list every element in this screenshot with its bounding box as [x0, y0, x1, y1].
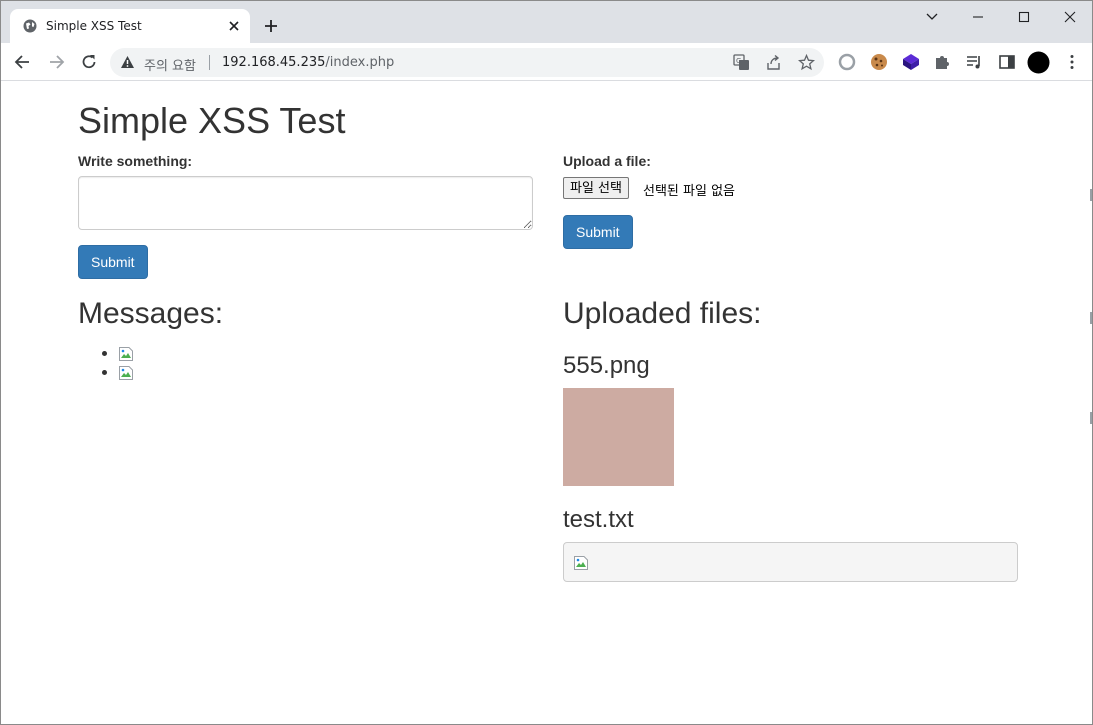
- messages-list: [78, 344, 133, 382]
- message-submit-button[interactable]: Submit: [78, 245, 148, 279]
- security-label[interactable]: 주의 요함: [144, 55, 196, 74]
- close-icon[interactable]: [226, 18, 242, 34]
- page-title: Simple XSS Test: [78, 100, 346, 141]
- text-file-preview: [563, 542, 1018, 582]
- tab-title: Simple XSS Test: [46, 19, 142, 33]
- upload-submit-button[interactable]: Submit: [563, 215, 633, 249]
- window-close-icon[interactable]: [1059, 7, 1081, 27]
- address-bar[interactable]: 주의 요함 192.168.45.235/index.php G: [110, 48, 824, 77]
- circle-extension-icon[interactable]: [838, 53, 856, 71]
- tab-active[interactable]: Simple XSS Test: [10, 9, 250, 43]
- page-content: Simple XSS Test Write something: Submit …: [1, 82, 1092, 724]
- messages-heading: Messages:: [78, 297, 224, 330]
- uploads-heading: Uploaded files:: [563, 297, 762, 330]
- side-panel-icon[interactable]: [998, 53, 1016, 71]
- share-icon[interactable]: [765, 54, 782, 71]
- browser-window: Simple XSS Test 주의 요함 192.168.45.235/ind…: [0, 0, 1093, 725]
- kebab-menu-icon[interactable]: [1063, 53, 1081, 71]
- choose-file-button[interactable]: 파일 선택: [563, 177, 629, 199]
- bullet: [102, 370, 107, 375]
- media-icon[interactable]: [965, 53, 983, 71]
- scroll-marker: [1090, 412, 1092, 424]
- list-item: [78, 344, 133, 363]
- uploaded-image-thumbnail: [563, 388, 674, 486]
- uploaded-file-name: 555.png: [563, 352, 650, 379]
- browser-toolbar: 주의 요함 192.168.45.235/index.php G: [1, 43, 1092, 81]
- profile-icon[interactable]: [1027, 51, 1050, 74]
- chevron-down-icon[interactable]: [921, 7, 943, 27]
- url-host: 192.168.45.235: [222, 55, 326, 70]
- back-icon[interactable]: [13, 52, 33, 72]
- url-text[interactable]: 192.168.45.235/index.php: [222, 55, 394, 70]
- scroll-marker: [1090, 189, 1092, 201]
- list-item: [78, 363, 133, 382]
- maximize-icon[interactable]: [1013, 7, 1035, 27]
- cookie-icon[interactable]: [870, 53, 888, 71]
- tab-strip: Simple XSS Test: [1, 1, 1092, 43]
- uploaded-file-name: test.txt: [563, 506, 634, 533]
- globe-icon: [23, 19, 37, 33]
- star-icon[interactable]: [798, 54, 815, 71]
- url-path: /index.php: [325, 55, 395, 70]
- message-textarea[interactable]: [78, 176, 533, 230]
- minimize-icon[interactable]: [967, 7, 989, 27]
- message-label: Write something:: [78, 153, 193, 169]
- translate-icon[interactable]: G: [733, 54, 750, 71]
- plus-icon[interactable]: [263, 18, 279, 34]
- svg-text:G: G: [736, 57, 741, 65]
- no-file-text: 선택된 파일 없음: [643, 184, 735, 199]
- broken-image-icon: [119, 366, 133, 380]
- broken-image-icon: [119, 347, 133, 361]
- forward-icon[interactable]: [46, 52, 66, 72]
- cube-icon[interactable]: [902, 53, 920, 71]
- reload-icon[interactable]: [79, 52, 99, 72]
- broken-image-icon: [574, 556, 588, 570]
- bullet: [102, 351, 107, 356]
- upload-label: Upload a file:: [563, 153, 651, 169]
- puzzle-icon[interactable]: [933, 53, 951, 71]
- warning-icon[interactable]: [120, 55, 135, 69]
- omnibox-divider: [209, 55, 210, 70]
- scroll-marker: [1090, 312, 1092, 324]
